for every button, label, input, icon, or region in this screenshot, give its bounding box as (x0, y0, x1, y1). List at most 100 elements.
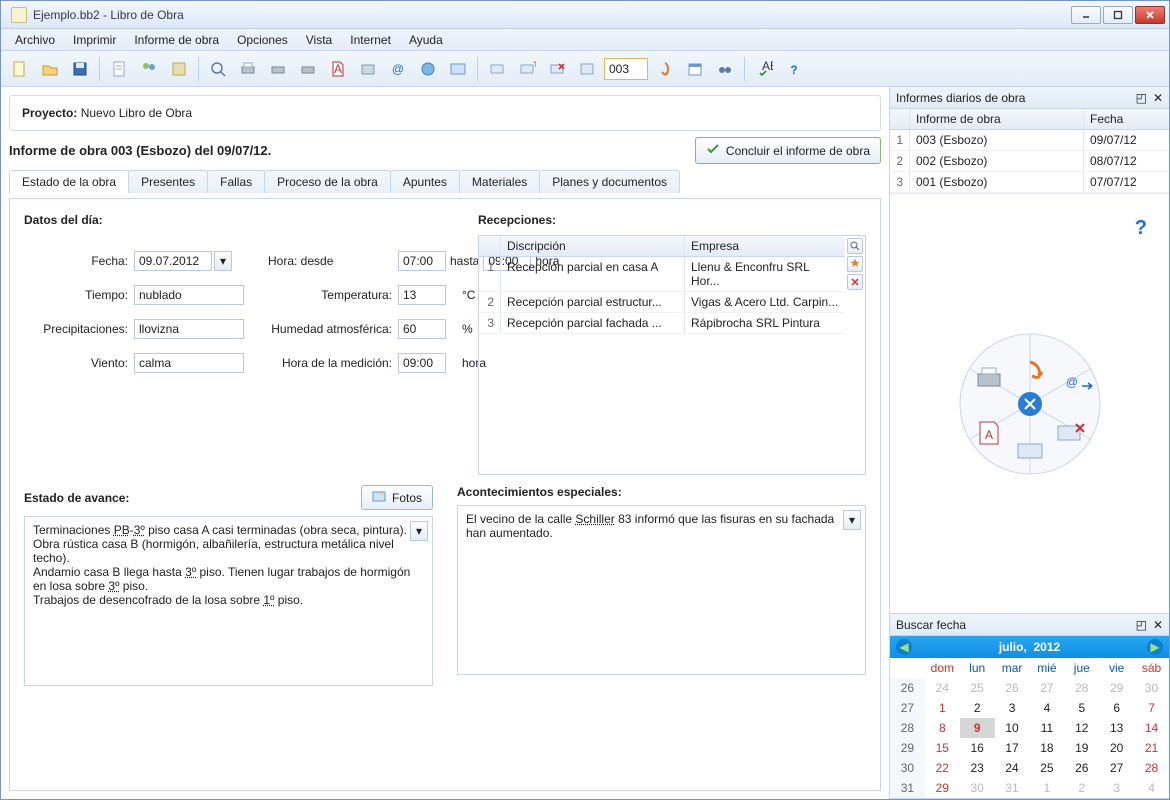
cal-year[interactable]: 2012 (1033, 640, 1060, 654)
conclude-button[interactable]: Concluir el informe de obra (695, 137, 881, 164)
page-input[interactable] (604, 58, 648, 80)
cal-day[interactable]: 23 (960, 758, 995, 778)
cal-day[interactable]: 28 (1064, 678, 1099, 698)
form-icon[interactable] (484, 56, 510, 82)
tiempo-input[interactable] (134, 285, 244, 305)
cal-day[interactable]: 16 (960, 738, 995, 758)
cal-day[interactable]: 15 (925, 738, 960, 758)
tab-estado[interactable]: Estado de la obra (9, 170, 129, 193)
close-button[interactable] (1135, 6, 1165, 24)
report-icon[interactable] (106, 56, 132, 82)
cal-day[interactable]: 1 (925, 698, 960, 718)
recepcion-row[interactable]: 3Recepción parcial fachada ...Rápibrocha… (479, 313, 845, 334)
recepcion-row[interactable]: 1Recepción parcial en casa ALlenu & Enco… (479, 257, 845, 292)
calendar-icon[interactable] (682, 56, 708, 82)
cal-day[interactable]: 27 (1030, 678, 1065, 698)
cal-month[interactable]: julio, (999, 640, 1027, 654)
goto-icon[interactable] (652, 56, 678, 82)
tab-presentes[interactable]: Presentes (128, 170, 208, 193)
minimize-button[interactable] (1071, 6, 1101, 24)
med-input[interactable] (398, 353, 446, 373)
cal-day[interactable]: 24 (925, 678, 960, 698)
fotos-button[interactable]: Fotos (361, 485, 433, 510)
cal-day[interactable]: 19 (1064, 738, 1099, 758)
pdf-icon[interactable]: A (325, 56, 351, 82)
cal-day[interactable]: 26 (1064, 758, 1099, 778)
hum-input[interactable] (398, 319, 446, 339)
help-icon[interactable]: ? (781, 56, 807, 82)
wheel-form-icon[interactable] (1018, 444, 1042, 458)
menu-archivo[interactable]: Archivo (7, 31, 63, 49)
binoculars-icon[interactable] (712, 56, 738, 82)
wheel-form-del-icon[interactable] (1058, 424, 1084, 440)
cal-day[interactable]: 31 (995, 778, 1030, 798)
fecha-dropdown-icon[interactable]: ▾ (214, 251, 232, 271)
cal-day[interactable]: 20 (1099, 738, 1134, 758)
menu-opciones[interactable]: Opciones (229, 31, 296, 49)
reports-col2[interactable]: Fecha (1084, 109, 1169, 129)
pane2-undock-icon[interactable]: ◰ (1136, 618, 1147, 632)
cal-day[interactable]: 3 (995, 698, 1030, 718)
cal-day[interactable]: 7 (1134, 698, 1169, 718)
cal-day[interactable]: 4 (1134, 778, 1169, 798)
print-icon[interactable] (235, 56, 261, 82)
print2-icon[interactable] (265, 56, 291, 82)
cal-day[interactable]: 5 (1064, 698, 1099, 718)
pane2-close-icon[interactable]: ✕ (1153, 618, 1163, 632)
people-icon[interactable] (136, 56, 162, 82)
cal-next-icon[interactable]: ▶ (1147, 639, 1163, 655)
cal-day[interactable]: 11 (1030, 718, 1065, 738)
web-icon[interactable] (415, 56, 441, 82)
open-icon[interactable] (37, 56, 63, 82)
viento-input[interactable] (134, 353, 244, 373)
cal-day[interactable]: 26 (995, 678, 1030, 698)
cal-day[interactable]: 29 (925, 778, 960, 798)
menu-ayuda[interactable]: Ayuda (401, 31, 451, 49)
pane-undock-icon[interactable]: ◰ (1136, 91, 1147, 105)
addresses-icon[interactable] (166, 56, 192, 82)
cal-day[interactable]: 10 (995, 718, 1030, 738)
avance-dropdown-icon[interactable]: ▾ (410, 521, 428, 541)
cal-day[interactable]: 18 (1030, 738, 1065, 758)
cal-day[interactable]: 30 (1134, 678, 1169, 698)
print3-icon[interactable] (295, 56, 321, 82)
especiales-dropdown-icon[interactable]: ▾ (843, 510, 861, 530)
cal-day[interactable]: 17 (995, 738, 1030, 758)
tab-apuntes[interactable]: Apuntes (390, 170, 460, 193)
report-row[interactable]: 1003 (Esbozo)09/07/12 (890, 130, 1169, 151)
cal-day[interactable]: 12 (1064, 718, 1099, 738)
cal-day[interactable]: 27 (1099, 758, 1134, 778)
wheel-pdf-icon[interactable]: A (980, 422, 998, 444)
cal-day[interactable]: 22 (925, 758, 960, 778)
cal-day[interactable]: 13 (1099, 718, 1134, 738)
spellcheck-icon[interactable]: ABC (751, 56, 777, 82)
cal-day[interactable]: 8 (925, 718, 960, 738)
recepciones-col1[interactable]: Discripción (501, 236, 685, 256)
report-row[interactable]: 2002 (Esbozo)08/07/12 (890, 151, 1169, 172)
recep-add-icon[interactable]: ★ (847, 256, 863, 272)
recep-zoom-icon[interactable] (847, 238, 863, 254)
cal-day[interactable]: 9 (960, 718, 995, 738)
email-icon[interactable]: @ (385, 56, 411, 82)
temp-input[interactable] (398, 285, 446, 305)
recep-delete-icon[interactable] (847, 274, 863, 290)
avance-textarea[interactable]: ▾ Terminaciones PB-3º piso casa A casi t… (24, 516, 433, 686)
form-delete-icon[interactable] (544, 56, 570, 82)
save-icon[interactable] (67, 56, 93, 82)
hora-desde-input[interactable] (398, 251, 446, 271)
menu-informe[interactable]: Informe de obra (126, 31, 227, 49)
maximize-button[interactable] (1103, 6, 1133, 24)
cal-day[interactable]: 4 (1030, 698, 1065, 718)
tab-fallas[interactable]: Fallas (207, 170, 265, 193)
recepciones-col2[interactable]: Empresa (685, 236, 845, 256)
tab-proceso[interactable]: Proceso de la obra (264, 170, 391, 193)
cal-day[interactable]: 21 (1134, 738, 1169, 758)
cal-day[interactable]: 24 (995, 758, 1030, 778)
especiales-textarea[interactable]: ▾ El vecino de la calle Schiller 83 info… (457, 505, 866, 675)
cal-day[interactable]: 28 (1134, 758, 1169, 778)
cal-day[interactable]: 25 (1030, 758, 1065, 778)
cal-day[interactable]: 30 (960, 778, 995, 798)
form-list-icon[interactable] (574, 56, 600, 82)
menu-vista[interactable]: Vista (298, 31, 340, 49)
reports-col1[interactable]: Informe de obra (910, 109, 1084, 129)
